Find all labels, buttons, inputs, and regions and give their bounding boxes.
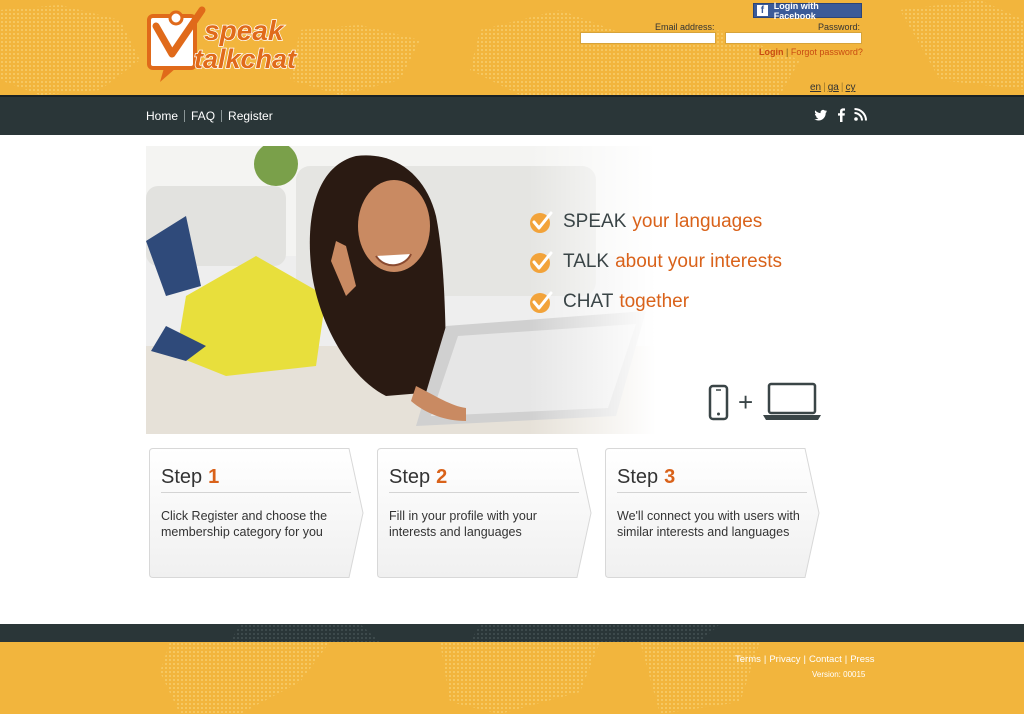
feature-text: together — [619, 291, 690, 312]
nav-home[interactable]: Home — [146, 109, 178, 123]
devices-illustration: + — [708, 382, 821, 421]
language-cy[interactable]: cy — [843, 82, 857, 93]
footer-links: Terms | Privacy | Contact | Press — [735, 654, 874, 665]
version-label: Version: 00015 — [812, 670, 866, 679]
step-description: Fill in your profile with your interests… — [389, 509, 537, 539]
footer-separator: | — [844, 654, 848, 665]
nav-faq[interactable]: FAQ — [191, 109, 215, 123]
check-badge-icon — [530, 211, 553, 233]
facebook-button-label: Login with Facebook — [773, 0, 819, 21]
step-card-2: Step 2 Fill in your profile with your int… — [377, 448, 593, 578]
login-links: Login | Forgot password? — [759, 47, 863, 57]
login-with-facebook-button[interactable]: f Login with Facebook — [753, 0, 862, 21]
nav-divider — [184, 110, 186, 122]
step-label: Step — [389, 466, 431, 488]
check-badge-icon — [530, 291, 553, 313]
footer-divider-bar — [0, 624, 1024, 642]
facebook-logo-icon: f — [757, 5, 768, 16]
twitter-icon[interactable] — [814, 108, 828, 122]
check-badge-icon — [530, 251, 553, 273]
login-separator: | — [786, 47, 789, 57]
feature-speak: SPEAK your languages — [529, 202, 782, 242]
footer-separator: | — [803, 654, 806, 665]
logo-speak: speak — [204, 15, 285, 46]
nav-register[interactable]: Register — [228, 109, 273, 123]
devices-plus: + — [738, 387, 753, 417]
footer-press-link[interactable]: Press — [850, 654, 874, 665]
feature-keyword: SPEAK — [563, 211, 627, 232]
step-title: Step 2 — [389, 466, 447, 489]
step-number: 1 — [208, 466, 220, 488]
step-number: 3 — [664, 466, 676, 488]
step-divider — [617, 492, 807, 493]
step-description: Click Register and choose the membership… — [161, 509, 328, 539]
rss-icon[interactable] — [854, 108, 867, 121]
footer-privacy-link[interactable]: Privacy — [769, 654, 800, 665]
nav-divider — [221, 110, 223, 122]
main-nav: Home FAQ Register — [0, 95, 1024, 135]
facebook-icon[interactable] — [836, 108, 846, 122]
step-number: 2 — [436, 466, 448, 488]
feature-talk: TALK about your interests — [529, 242, 782, 282]
step-description: We'll connect you with users with simila… — [617, 509, 800, 539]
password-field[interactable] — [725, 32, 862, 44]
language-switcher: en | ga | cy — [808, 82, 857, 93]
email-label: Email address: — [655, 22, 715, 32]
laptop-icon — [763, 382, 821, 420]
forgot-password-link[interactable]: Forgot password? — [791, 47, 863, 57]
social-links — [814, 108, 867, 122]
footer: Terms | Privacy | Contact | Press Version: 000… — [0, 642, 1024, 714]
language-ga[interactable]: ga — [826, 82, 841, 93]
phone-icon — [708, 384, 729, 421]
language-en[interactable]: en — [808, 82, 823, 93]
step-divider — [161, 492, 351, 493]
header: speak talkchat f Login with Facebook Ema… — [0, 0, 1024, 95]
footer-separator: | — [763, 654, 767, 665]
feature-text: your languages — [632, 211, 763, 232]
step-title: Step 1 — [161, 466, 219, 489]
step-title: Step 3 — [617, 466, 675, 489]
logo-talkchat: talkchat — [194, 44, 297, 74]
footer-contact-link[interactable]: Contact — [809, 654, 842, 665]
feature-keyword: CHAT — [563, 291, 614, 312]
step-label: Step — [617, 466, 659, 488]
feature-text: about your interests — [615, 251, 782, 272]
footer-map-background — [160, 642, 760, 714]
step-card-1: Step 1 Click Register and choose the memb… — [149, 448, 365, 578]
footer-terms-link[interactable]: Terms — [735, 654, 761, 665]
step-card-3: Step 3 We'll connect you with users with … — [605, 448, 821, 578]
email-field[interactable] — [580, 32, 716, 44]
step-label: Step — [161, 466, 203, 488]
speaktalkchat-logo[interactable]: speak talkchat — [146, 4, 310, 86]
feature-list: SPEAK your languages TALK about your int… — [529, 202, 782, 322]
feature-chat: CHAT together — [529, 282, 782, 322]
login-link[interactable]: Login — [759, 47, 784, 57]
feature-keyword: TALK — [563, 251, 610, 272]
step-divider — [389, 492, 579, 493]
password-label: Password: — [818, 22, 861, 32]
